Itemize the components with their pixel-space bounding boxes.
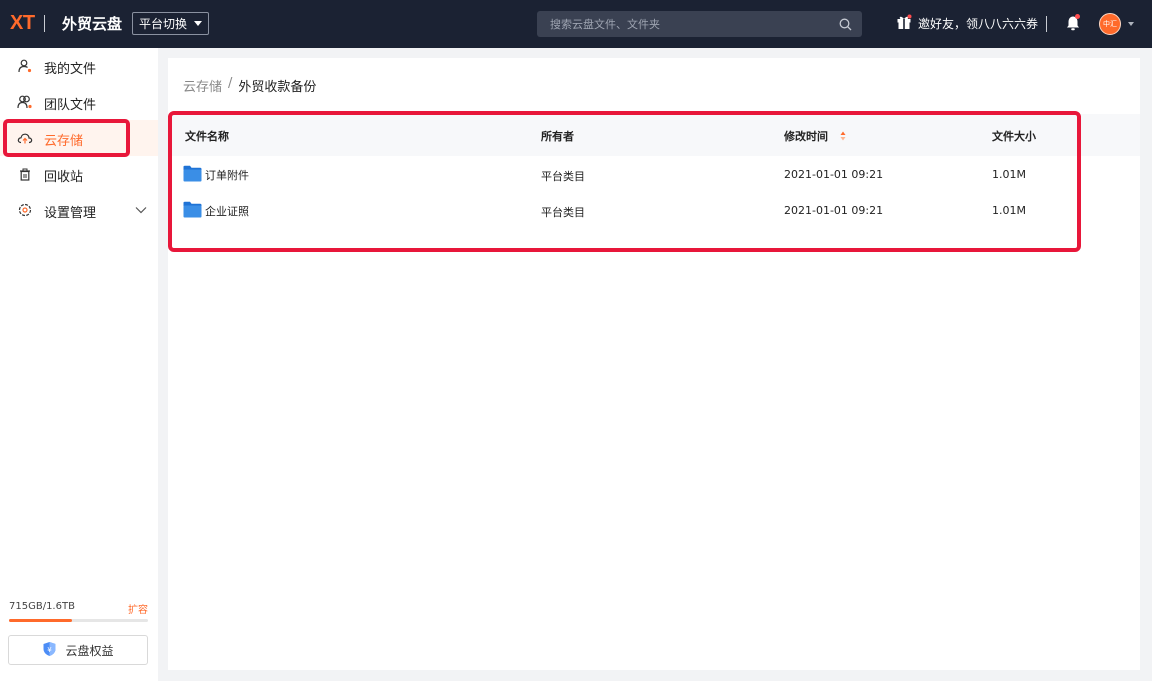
app-title: 外贸云盘 bbox=[62, 15, 123, 33]
sidebar-item-label: 我的文件 bbox=[44, 62, 97, 77]
storage-progress-bar bbox=[9, 619, 148, 622]
expand-storage-link[interactable]: 扩容 bbox=[128, 601, 148, 616]
caret-down-icon bbox=[194, 21, 202, 26]
highlight-box-sidebar bbox=[3, 119, 130, 157]
search-bar bbox=[537, 11, 862, 37]
topbar-divider bbox=[1046, 16, 1047, 32]
platform-switch-label: 平台切换 bbox=[138, 17, 187, 31]
trash-icon bbox=[17, 166, 33, 182]
sidebar-item-my-files[interactable]: 我的文件 bbox=[0, 48, 158, 84]
app-logo[interactable]: XT bbox=[10, 12, 35, 35]
storage-progress-fill bbox=[9, 619, 72, 622]
breadcrumb-root[interactable]: 云存储 bbox=[183, 76, 222, 95]
breadcrumb-separator: / bbox=[228, 76, 233, 91]
svg-text:¥: ¥ bbox=[48, 646, 53, 654]
shield-icon: ¥ bbox=[42, 641, 57, 660]
top-bar: XT 外贸云盘 平台切换 邀好友，领八八六六券 中汇 bbox=[0, 0, 1152, 48]
invite-friends-link[interactable]: 邀好友，领八八六六券 bbox=[896, 14, 1038, 33]
user-avatar[interactable]: 中汇 bbox=[1099, 13, 1121, 35]
caret-down-icon[interactable] bbox=[1128, 22, 1134, 26]
sidebar-item-label: 回收站 bbox=[44, 170, 84, 185]
breadcrumb-current: 外贸收款备份 bbox=[238, 80, 317, 95]
search-input[interactable] bbox=[537, 17, 832, 31]
highlight-box-table bbox=[168, 111, 1081, 252]
logo-divider bbox=[44, 15, 45, 32]
chevron-down-icon[interactable] bbox=[135, 203, 147, 218]
user-file-icon bbox=[17, 58, 33, 74]
sidebar-item-label: 设置管理 bbox=[44, 206, 97, 221]
invite-text: 邀好友，领八八六六券 bbox=[918, 17, 1039, 31]
cloud-rights-button[interactable]: ¥ 云盘权益 bbox=[8, 635, 148, 665]
settings-icon bbox=[17, 202, 33, 218]
gift-icon bbox=[896, 14, 912, 33]
cloud-rights-label: 云盘权益 bbox=[65, 643, 114, 658]
sidebar-item-recycle-bin[interactable]: 回收站 bbox=[0, 156, 158, 192]
team-icon bbox=[17, 94, 33, 110]
platform-switch-dropdown[interactable]: 平台切换 bbox=[132, 12, 209, 35]
breadcrumb: 云存储 / 外贸收款备份 bbox=[183, 76, 316, 95]
sidebar-item-team-files[interactable]: 团队文件 bbox=[0, 84, 158, 120]
storage-usage-text: 715GB/1.6TB bbox=[9, 601, 75, 612]
notification-dot bbox=[1075, 14, 1080, 19]
sidebar-item-label: 团队文件 bbox=[44, 98, 97, 113]
sidebar-item-settings[interactable]: 设置管理 bbox=[0, 192, 158, 228]
search-icon[interactable] bbox=[832, 11, 858, 37]
